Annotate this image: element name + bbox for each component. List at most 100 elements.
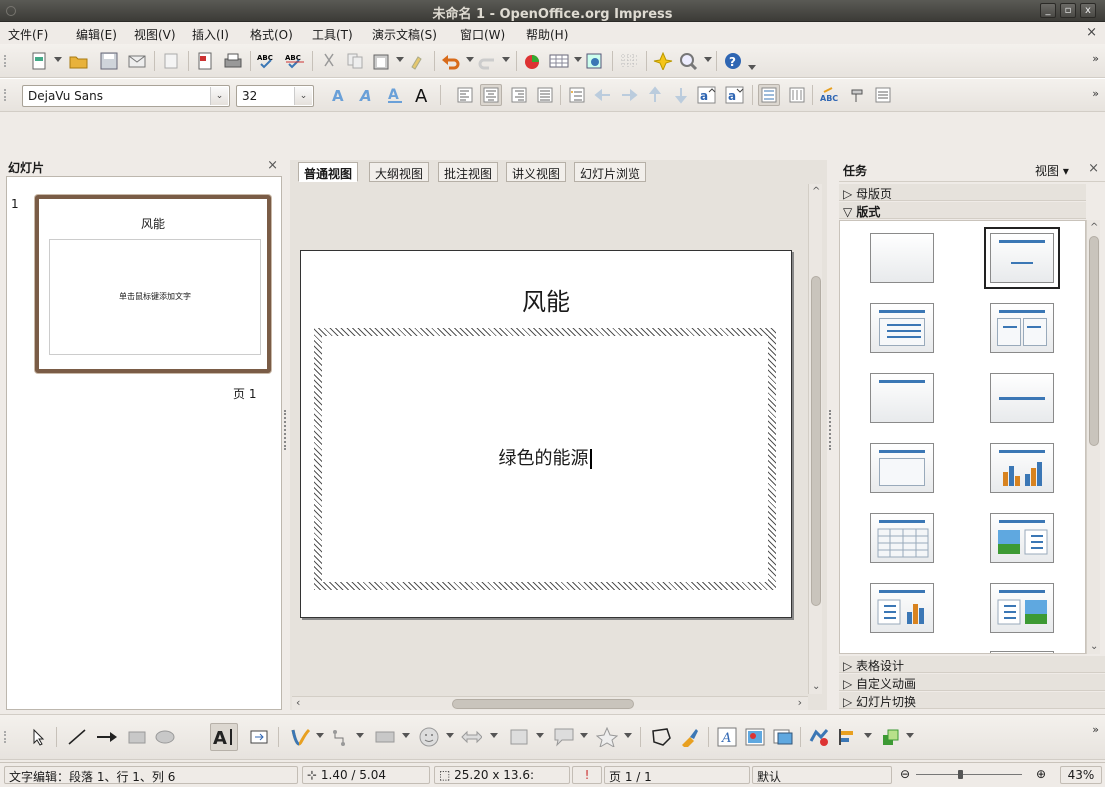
tasks-view-menu[interactable]: 视图 ▾ xyxy=(1035,162,1069,179)
italic-text-icon[interactable]: A xyxy=(356,84,378,106)
font-size-combo[interactable]: 32 ⌄ xyxy=(236,85,314,107)
move-down-icon[interactable] xyxy=(670,84,692,106)
layout-blank[interactable] xyxy=(870,233,934,283)
tab-outline-view[interactable]: 大纲视图 xyxy=(369,162,430,182)
clone-format-icon[interactable] xyxy=(406,50,428,72)
layout-centered-text[interactable] xyxy=(990,373,1054,423)
align-objects-icon[interactable] xyxy=(836,726,858,748)
menu-window[interactable]: 窗口(W) xyxy=(460,26,505,43)
text-attributes-icon[interactable] xyxy=(758,84,780,106)
columns-icon[interactable] xyxy=(786,84,808,106)
points-icon[interactable] xyxy=(650,726,672,748)
redo-dropdown-icon[interactable] xyxy=(502,56,510,62)
justify-icon[interactable] xyxy=(534,84,556,106)
maximize-button[interactable]: ▫ xyxy=(1060,3,1076,18)
toolbar-grip[interactable] xyxy=(4,54,7,67)
zoom-in-icon[interactable]: ⊕ xyxy=(1036,767,1046,781)
section-master-pages[interactable]: ▷ 母版页 xyxy=(839,184,1086,201)
curve-icon[interactable] xyxy=(290,726,312,748)
zoom-dropdown-icon[interactable] xyxy=(704,56,712,62)
shadow-text-icon[interactable]: A xyxy=(328,84,350,106)
zoom-out-icon[interactable]: ⊖ xyxy=(900,767,910,781)
menu-format[interactable]: 格式(O) xyxy=(250,26,293,43)
tab-normal-view[interactable]: 普通视图 xyxy=(298,162,359,182)
toolbar-overflow-icon[interactable]: » xyxy=(1092,52,1099,65)
promote-icon[interactable] xyxy=(592,84,614,106)
block-arrows-icon[interactable] xyxy=(460,726,482,748)
document-modified-icon[interactable]: ! xyxy=(572,766,602,784)
symbol-shapes-dropdown-icon[interactable] xyxy=(446,733,454,738)
format-paintbrush-icon[interactable] xyxy=(846,84,868,106)
tab-handout-view[interactable]: 讲义视图 xyxy=(506,162,567,182)
stars-dropdown-icon[interactable] xyxy=(624,733,632,738)
open-icon[interactable] xyxy=(68,50,90,72)
copy-icon[interactable] xyxy=(344,50,366,72)
stars-icon[interactable] xyxy=(596,726,618,748)
editor-vertical-scroll-thumb[interactable] xyxy=(811,276,821,606)
layout-text-image[interactable] xyxy=(990,583,1054,633)
new-document-icon[interactable] xyxy=(28,50,50,72)
edit-file-icon[interactable] xyxy=(160,50,182,72)
ellipse-icon[interactable] xyxy=(154,726,176,748)
status-zoom[interactable]: 43% xyxy=(1060,766,1102,784)
slide-thumbnail[interactable]: 风能 单击鼠标键添加文字 xyxy=(35,195,271,373)
tasks-pane-splitter[interactable] xyxy=(829,410,833,450)
zoom-slider[interactable]: ⊖ ⊕ xyxy=(896,766,1056,784)
insert-image-icon[interactable] xyxy=(744,726,766,748)
layouts-scroll-thumb[interactable] xyxy=(1089,236,1099,446)
fontwork-gallery-icon[interactable]: A xyxy=(716,726,738,748)
menu-presentation[interactable]: 演示文稿(S) xyxy=(372,26,437,43)
section-layouts[interactable]: ▽ 版式 xyxy=(839,202,1086,219)
connector-icon[interactable] xyxy=(330,726,352,748)
text-tool-icon[interactable]: A xyxy=(210,723,238,751)
navigator-icon[interactable] xyxy=(652,50,674,72)
table-icon[interactable] xyxy=(548,50,570,72)
toolbar-overflow-icon[interactable]: » xyxy=(1092,87,1099,100)
text-box[interactable]: 绿色的能源 xyxy=(322,336,768,582)
toolbar-grip[interactable] xyxy=(4,731,7,743)
undo-dropdown-icon[interactable] xyxy=(466,56,474,62)
arrange-dropdown-icon[interactable] xyxy=(906,733,914,738)
toolbar-overflow-icon[interactable]: » xyxy=(1092,723,1099,736)
cut-icon[interactable] xyxy=(318,50,340,72)
menu-edit[interactable]: 编辑(E) xyxy=(76,26,117,43)
layout-title-only[interactable] xyxy=(870,373,934,423)
connector-dropdown-icon[interactable] xyxy=(356,733,364,738)
font-name-combo[interactable]: DejaVu Sans ⌄ xyxy=(22,85,230,107)
section-slide-transition[interactable]: ▷ 幻灯片切换 xyxy=(839,692,1105,709)
basic-shapes-icon[interactable] xyxy=(374,726,396,748)
glue-points-icon[interactable] xyxy=(678,726,700,748)
underline-text-icon[interactable]: A xyxy=(384,84,406,106)
save-icon[interactable] xyxy=(98,50,120,72)
font-color-icon[interactable]: A xyxy=(412,84,434,106)
layout-title-box[interactable] xyxy=(870,443,934,493)
layout-title-text[interactable] xyxy=(870,303,934,353)
chevron-down-icon[interactable]: ⌄ xyxy=(210,87,228,105)
menu-view[interactable]: 视图(V) xyxy=(134,26,176,43)
new-dropdown-icon[interactable] xyxy=(54,56,62,62)
layout-text-chart[interactable] xyxy=(870,583,934,633)
align-center-icon[interactable] xyxy=(480,84,502,106)
basic-shapes-dropdown-icon[interactable] xyxy=(402,733,410,738)
menu-file[interactable]: 文件(F) xyxy=(8,26,48,43)
demote-icon[interactable] xyxy=(618,84,640,106)
zoom-slider-thumb[interactable] xyxy=(958,770,963,779)
slide-title[interactable]: 风能 xyxy=(300,282,792,317)
close-document-icon[interactable]: × xyxy=(1086,25,1097,40)
layout-title-image-text[interactable] xyxy=(990,513,1054,563)
menu-tools[interactable]: 工具(T) xyxy=(312,26,353,43)
callouts-dropdown-icon[interactable] xyxy=(580,733,588,738)
grid-icon[interactable] xyxy=(618,50,640,72)
minimize-button[interactable]: _ xyxy=(1040,3,1056,18)
increase-font-icon[interactable]: a xyxy=(696,84,718,106)
layout-title-chart[interactable] xyxy=(990,443,1054,493)
curve-dropdown-icon[interactable] xyxy=(316,733,324,738)
align-right-icon[interactable] xyxy=(508,84,530,106)
slides-pane-splitter[interactable] xyxy=(284,410,288,450)
line-icon[interactable] xyxy=(66,726,88,748)
select-arrow-icon[interactable] xyxy=(28,726,50,748)
layout-title-table[interactable] xyxy=(870,513,934,563)
editor-horizontal-scroll-thumb[interactable] xyxy=(452,699,634,709)
bullets-icon[interactable] xyxy=(566,84,588,106)
layout-more[interactable] xyxy=(990,651,1054,653)
